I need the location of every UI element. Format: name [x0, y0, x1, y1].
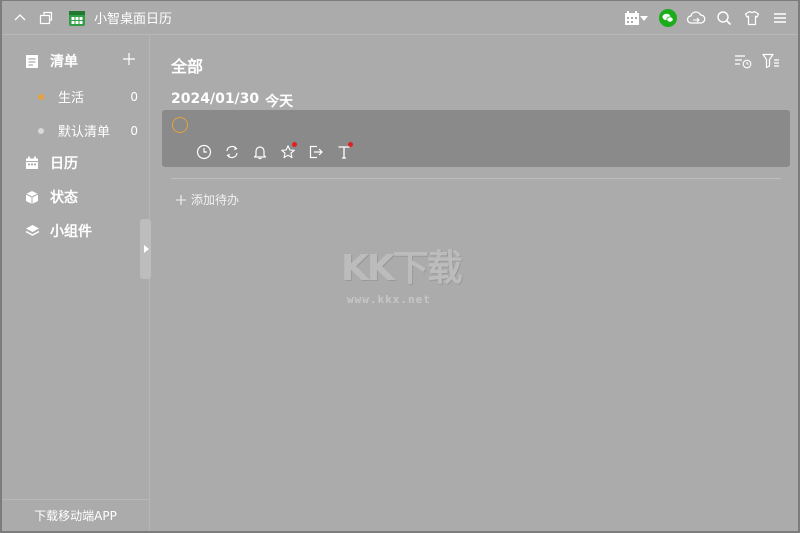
- task-toolbar: [194, 142, 354, 162]
- plus-icon: [176, 194, 186, 205]
- date-group-header: 2024/01/30 今天: [171, 91, 293, 111]
- skin-theme-button[interactable]: [740, 6, 764, 30]
- text-format-button[interactable]: [334, 142, 354, 162]
- sidebar-item-label: 清单: [50, 54, 78, 70]
- caret-down-icon: [640, 15, 648, 21]
- wechat-icon: [659, 8, 677, 27]
- filter-icon: [762, 53, 779, 69]
- cloud-icon: [686, 10, 706, 24]
- list-item-life[interactable]: 生活 0: [38, 87, 138, 106]
- star-button[interactable]: [278, 142, 298, 162]
- repeat-button[interactable]: [222, 142, 242, 162]
- calendar-view-dropdown[interactable]: [620, 6, 652, 30]
- today-label: 今天: [265, 94, 294, 110]
- watermark: KK下载 www.kkx.net: [341, 239, 481, 309]
- list-item-label: 生活: [58, 91, 85, 106]
- app-logo-icon: [68, 9, 86, 27]
- title-bar: 小智桌面日历: [2, 1, 798, 35]
- watermark-url: www.kkx.net: [347, 293, 431, 306]
- list-color-dot: [38, 127, 44, 134]
- calendar-icon: [625, 10, 639, 25]
- sidebar-collapse-handle[interactable]: [140, 219, 151, 279]
- move-out-icon: [309, 145, 323, 159]
- hamburger-menu-icon: [774, 12, 786, 23]
- page-title: 全部: [171, 57, 204, 76]
- new-feature-dot: [292, 142, 297, 147]
- clock-icon: [196, 144, 212, 160]
- watermark-brand: KK下载: [341, 248, 463, 289]
- list-icon: [24, 53, 40, 69]
- title-bar-right: [620, 6, 798, 30]
- sort-by-time-button[interactable]: [734, 53, 752, 73]
- list-item-label: 默认清单: [58, 125, 111, 140]
- caret-right-icon: [143, 245, 149, 253]
- new-feature-dot: [348, 142, 353, 147]
- sidebar-item-label: 状态: [50, 190, 78, 206]
- new-task-card[interactable]: [162, 110, 790, 167]
- app-title: 小智桌面日历: [94, 12, 173, 27]
- add-list-button[interactable]: [122, 51, 138, 67]
- move-to-list-button[interactable]: [306, 142, 326, 162]
- sidebar-item-label: 小组件: [50, 224, 92, 240]
- search-icon: [717, 10, 732, 25]
- reminder-button[interactable]: [250, 142, 270, 162]
- cloud-sync-button[interactable]: [684, 6, 708, 30]
- repeat-icon: [226, 145, 238, 159]
- list-divider: [171, 178, 781, 179]
- add-todo-label: 添加待办: [191, 193, 240, 207]
- main-panel: 全部 2024/01/30 今天 添加待办 KK下载 www.kkx.net: [151, 35, 798, 531]
- sidebar-item-status[interactable]: 状态: [24, 187, 78, 207]
- chevron-up-icon: [14, 13, 26, 20]
- cube-icon: [24, 189, 40, 205]
- task-checkbox[interactable]: [172, 117, 188, 133]
- app-window: 小智桌面日历 清单 生活 0 默认清单 0 日历 状态 小组件 下载移动端APP…: [0, 0, 800, 533]
- sidebar-item-label: 日历: [50, 156, 78, 172]
- pin-window-button[interactable]: [34, 6, 58, 30]
- sidebar-item-widgets[interactable]: 小组件: [24, 221, 92, 241]
- plus-icon: [123, 53, 135, 65]
- list-item-count: 0: [130, 89, 138, 104]
- list-item-default[interactable]: 默认清单 0: [38, 121, 138, 140]
- calendar-icon: [24, 155, 40, 171]
- list-color-dot: [38, 93, 44, 100]
- filter-button[interactable]: [762, 53, 780, 73]
- title-bar-left: 小智桌面日历: [2, 6, 172, 30]
- wechat-button[interactable]: [656, 6, 680, 30]
- bell-icon: [253, 146, 267, 160]
- add-todo-button[interactable]: 添加待办: [175, 191, 239, 208]
- date-label: 2024/01/30: [171, 91, 260, 107]
- layers-icon: [24, 223, 40, 239]
- sort-clock-icon: [735, 55, 752, 69]
- download-app-label: 下载移动端APP: [34, 509, 117, 523]
- download-app-link[interactable]: 下载移动端APP: [2, 499, 149, 531]
- main-menu-button[interactable]: [768, 6, 792, 30]
- list-item-count: 0: [130, 123, 138, 138]
- collapse-window-button[interactable]: [8, 6, 32, 30]
- sidebar-item-lists[interactable]: 清单: [24, 51, 78, 71]
- window-pin-icon: [39, 11, 53, 24]
- sidebar: 清单 生活 0 默认清单 0 日历 状态 小组件 下载移动端APP: [2, 35, 150, 531]
- sidebar-item-calendar[interactable]: 日历: [24, 153, 78, 173]
- set-time-button[interactable]: [194, 142, 214, 162]
- search-button[interactable]: [712, 6, 736, 30]
- tshirt-icon: [744, 10, 760, 25]
- main-toolbar: [734, 53, 780, 73]
